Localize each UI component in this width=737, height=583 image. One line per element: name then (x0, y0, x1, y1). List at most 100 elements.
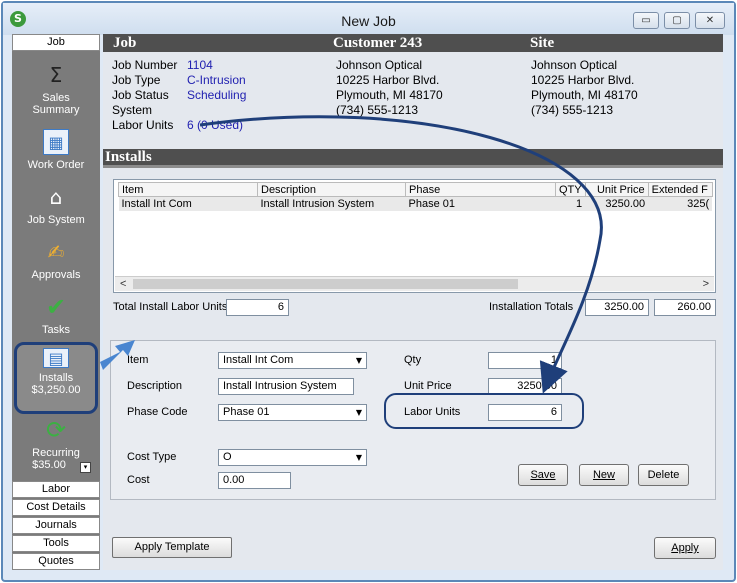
main-panel: Job Customer 243 Site Job Number 1104 Job… (103, 34, 723, 570)
apply-button-label: Apply (671, 542, 699, 554)
scroll-right-icon[interactable]: > (703, 277, 709, 292)
customer-city: Plymouth, MI 48170 (336, 88, 443, 102)
description-field[interactable]: Install Intrusion System (218, 378, 354, 395)
nav-item-label: Installs (38, 372, 74, 384)
installation-totals-label: Installation Totals (489, 301, 574, 313)
phase-code-label: Phase Code (127, 406, 188, 418)
phase-code-select[interactable]: Phase 01 ▼ (218, 404, 367, 421)
recurring-icon: ⟳ (45, 416, 67, 444)
customer-info: Johnson Optical 10225 Harbor Blvd. Plymo… (336, 58, 443, 118)
labor-units-value[interactable]: 6 (0 Used) (187, 118, 243, 133)
customer-heading: Customer 243 (333, 35, 423, 51)
horizontal-scrollbar[interactable]: < > (115, 276, 714, 291)
nav-tab-journals[interactable]: Journals (12, 517, 100, 534)
scroll-left-icon[interactable]: < (120, 277, 126, 292)
table-row[interactable]: Install Int Com Install Intrusion System… (118, 196, 713, 211)
apply-button[interactable]: Apply (654, 537, 716, 559)
cost-field[interactable]: 0.00 (218, 472, 291, 489)
qty-field[interactable]: 1 (488, 352, 562, 369)
left-nav: Job Σ Sales Summary ▦ Work Order ⌂ Job S… (12, 34, 100, 570)
maximize-icon: ▢ (672, 15, 682, 26)
save-button[interactable]: Save (518, 464, 568, 486)
column-header-qty[interactable]: QTY (555, 182, 586, 197)
installs-icon: ▤ (43, 348, 69, 368)
nav-item-approvals[interactable]: ✍ Approvals (12, 239, 100, 281)
nav-tab-job[interactable]: Job (12, 34, 100, 51)
work-order-icon: ▦ (43, 129, 69, 155)
description-label: Description (127, 380, 183, 392)
cost-label: Cost (127, 474, 150, 486)
job-info: Job Number 1104 Job Type C-Intrusion Job S… (112, 58, 246, 133)
nav-item-label: Approvals (31, 269, 81, 281)
cost-type-select[interactable]: O ▼ (218, 449, 367, 466)
new-button[interactable]: New (579, 464, 629, 486)
unit-price-label: Unit Price (404, 380, 452, 392)
nav-item-label: Sales Summary (32, 92, 80, 116)
job-heading: Job (113, 35, 137, 51)
checkmark-icon: ✔ (45, 293, 67, 321)
chevron-down-icon: ▾ (83, 464, 88, 471)
installs-section-title: Installs (103, 149, 723, 165)
table-cell: Install Intrusion System (257, 196, 406, 211)
customer-phone: (734) 555-1213 (336, 103, 419, 117)
minimize-icon: ▭ (641, 15, 651, 26)
nav-item-label: Recurring (32, 447, 80, 459)
labor-units-highlight (384, 393, 584, 429)
nav-item-label: Work Order (27, 159, 85, 171)
job-status-value: Scheduling (187, 88, 247, 102)
total-install-labor-label: Total Install Labor Units (113, 301, 228, 313)
customer-name: Johnson Optical (336, 58, 423, 72)
scroll-thumb[interactable] (133, 279, 518, 289)
installs-grid[interactable]: Item Description Phase QTY Unit Price Ex… (113, 179, 716, 293)
save-button-label: Save (530, 469, 556, 481)
nav-item-installs-content[interactable]: ▤ Installs $3,250.00 (12, 348, 100, 396)
nav-tab-cost-details[interactable]: Cost Details (12, 499, 100, 516)
approvals-icon: ✍ (47, 240, 65, 264)
job-system-icon: ⌂ (49, 185, 63, 209)
maximize-button[interactable]: ▢ (664, 12, 690, 29)
column-header-extended[interactable]: Extended F (647, 182, 713, 197)
table-cell: 1 (555, 196, 586, 211)
installation-total-price-field: 3250.00 (585, 299, 649, 316)
dropdown-arrow-icon[interactable]: ▼ (352, 353, 366, 368)
close-button[interactable]: ✕ (695, 12, 725, 29)
minimize-button[interactable]: ▭ (633, 12, 659, 29)
nav-item-amount: $3,250.00 (31, 384, 81, 396)
item-select-value: Install Int Com (223, 354, 294, 366)
nav-item-work-order[interactable]: ▦ Work Order (12, 129, 100, 171)
nav-tab-quotes[interactable]: Quotes (12, 553, 100, 570)
sigma-icon: Σ (49, 63, 63, 87)
system-label: System (112, 103, 153, 117)
column-header-description[interactable]: Description (257, 182, 406, 197)
close-icon: ✕ (705, 15, 715, 26)
window-title: New Job (341, 13, 396, 29)
apply-template-button[interactable]: Apply Template (112, 537, 232, 558)
nav-tab-labor[interactable]: Labor (12, 481, 100, 498)
recurring-dropdown-button[interactable]: ▾ (80, 462, 91, 473)
dropdown-arrow-icon[interactable]: ▼ (352, 405, 366, 420)
nav-item-label: Tasks (41, 324, 71, 336)
new-button-label: New (592, 469, 615, 481)
site-heading: Site (530, 35, 555, 51)
job-status-label: Job Status (112, 88, 169, 102)
table-cell: 3250.00 (585, 196, 649, 211)
site-name: Johnson Optical (531, 58, 618, 72)
section-divider (103, 165, 723, 168)
column-header-unit-price[interactable]: Unit Price (584, 182, 649, 197)
site-city: Plymouth, MI 48170 (531, 88, 638, 102)
nav-item-sales-summary[interactable]: Σ Sales Summary (12, 62, 100, 116)
phase-code-select-value: Phase 01 (223, 406, 270, 418)
item-label: Item (127, 354, 149, 366)
delete-button[interactable]: Delete (638, 464, 689, 486)
column-header-phase[interactable]: Phase (405, 182, 556, 197)
nav-tab-tools[interactable]: Tools (12, 535, 100, 552)
dropdown-arrow-icon[interactable]: ▼ (352, 450, 366, 465)
nav-item-tasks[interactable]: ✔ Tasks (12, 294, 100, 336)
column-header-item[interactable]: Item (118, 182, 258, 197)
nav-item-job-system[interactable]: ⌂ Job System (12, 184, 100, 226)
table-cell: 325( (648, 196, 713, 211)
job-type-value: C-Intrusion (187, 73, 246, 87)
nav-item-label: Job System (27, 214, 85, 226)
item-select[interactable]: Install Int Com ▼ (218, 352, 367, 369)
cost-type-select-value: O (223, 451, 232, 463)
